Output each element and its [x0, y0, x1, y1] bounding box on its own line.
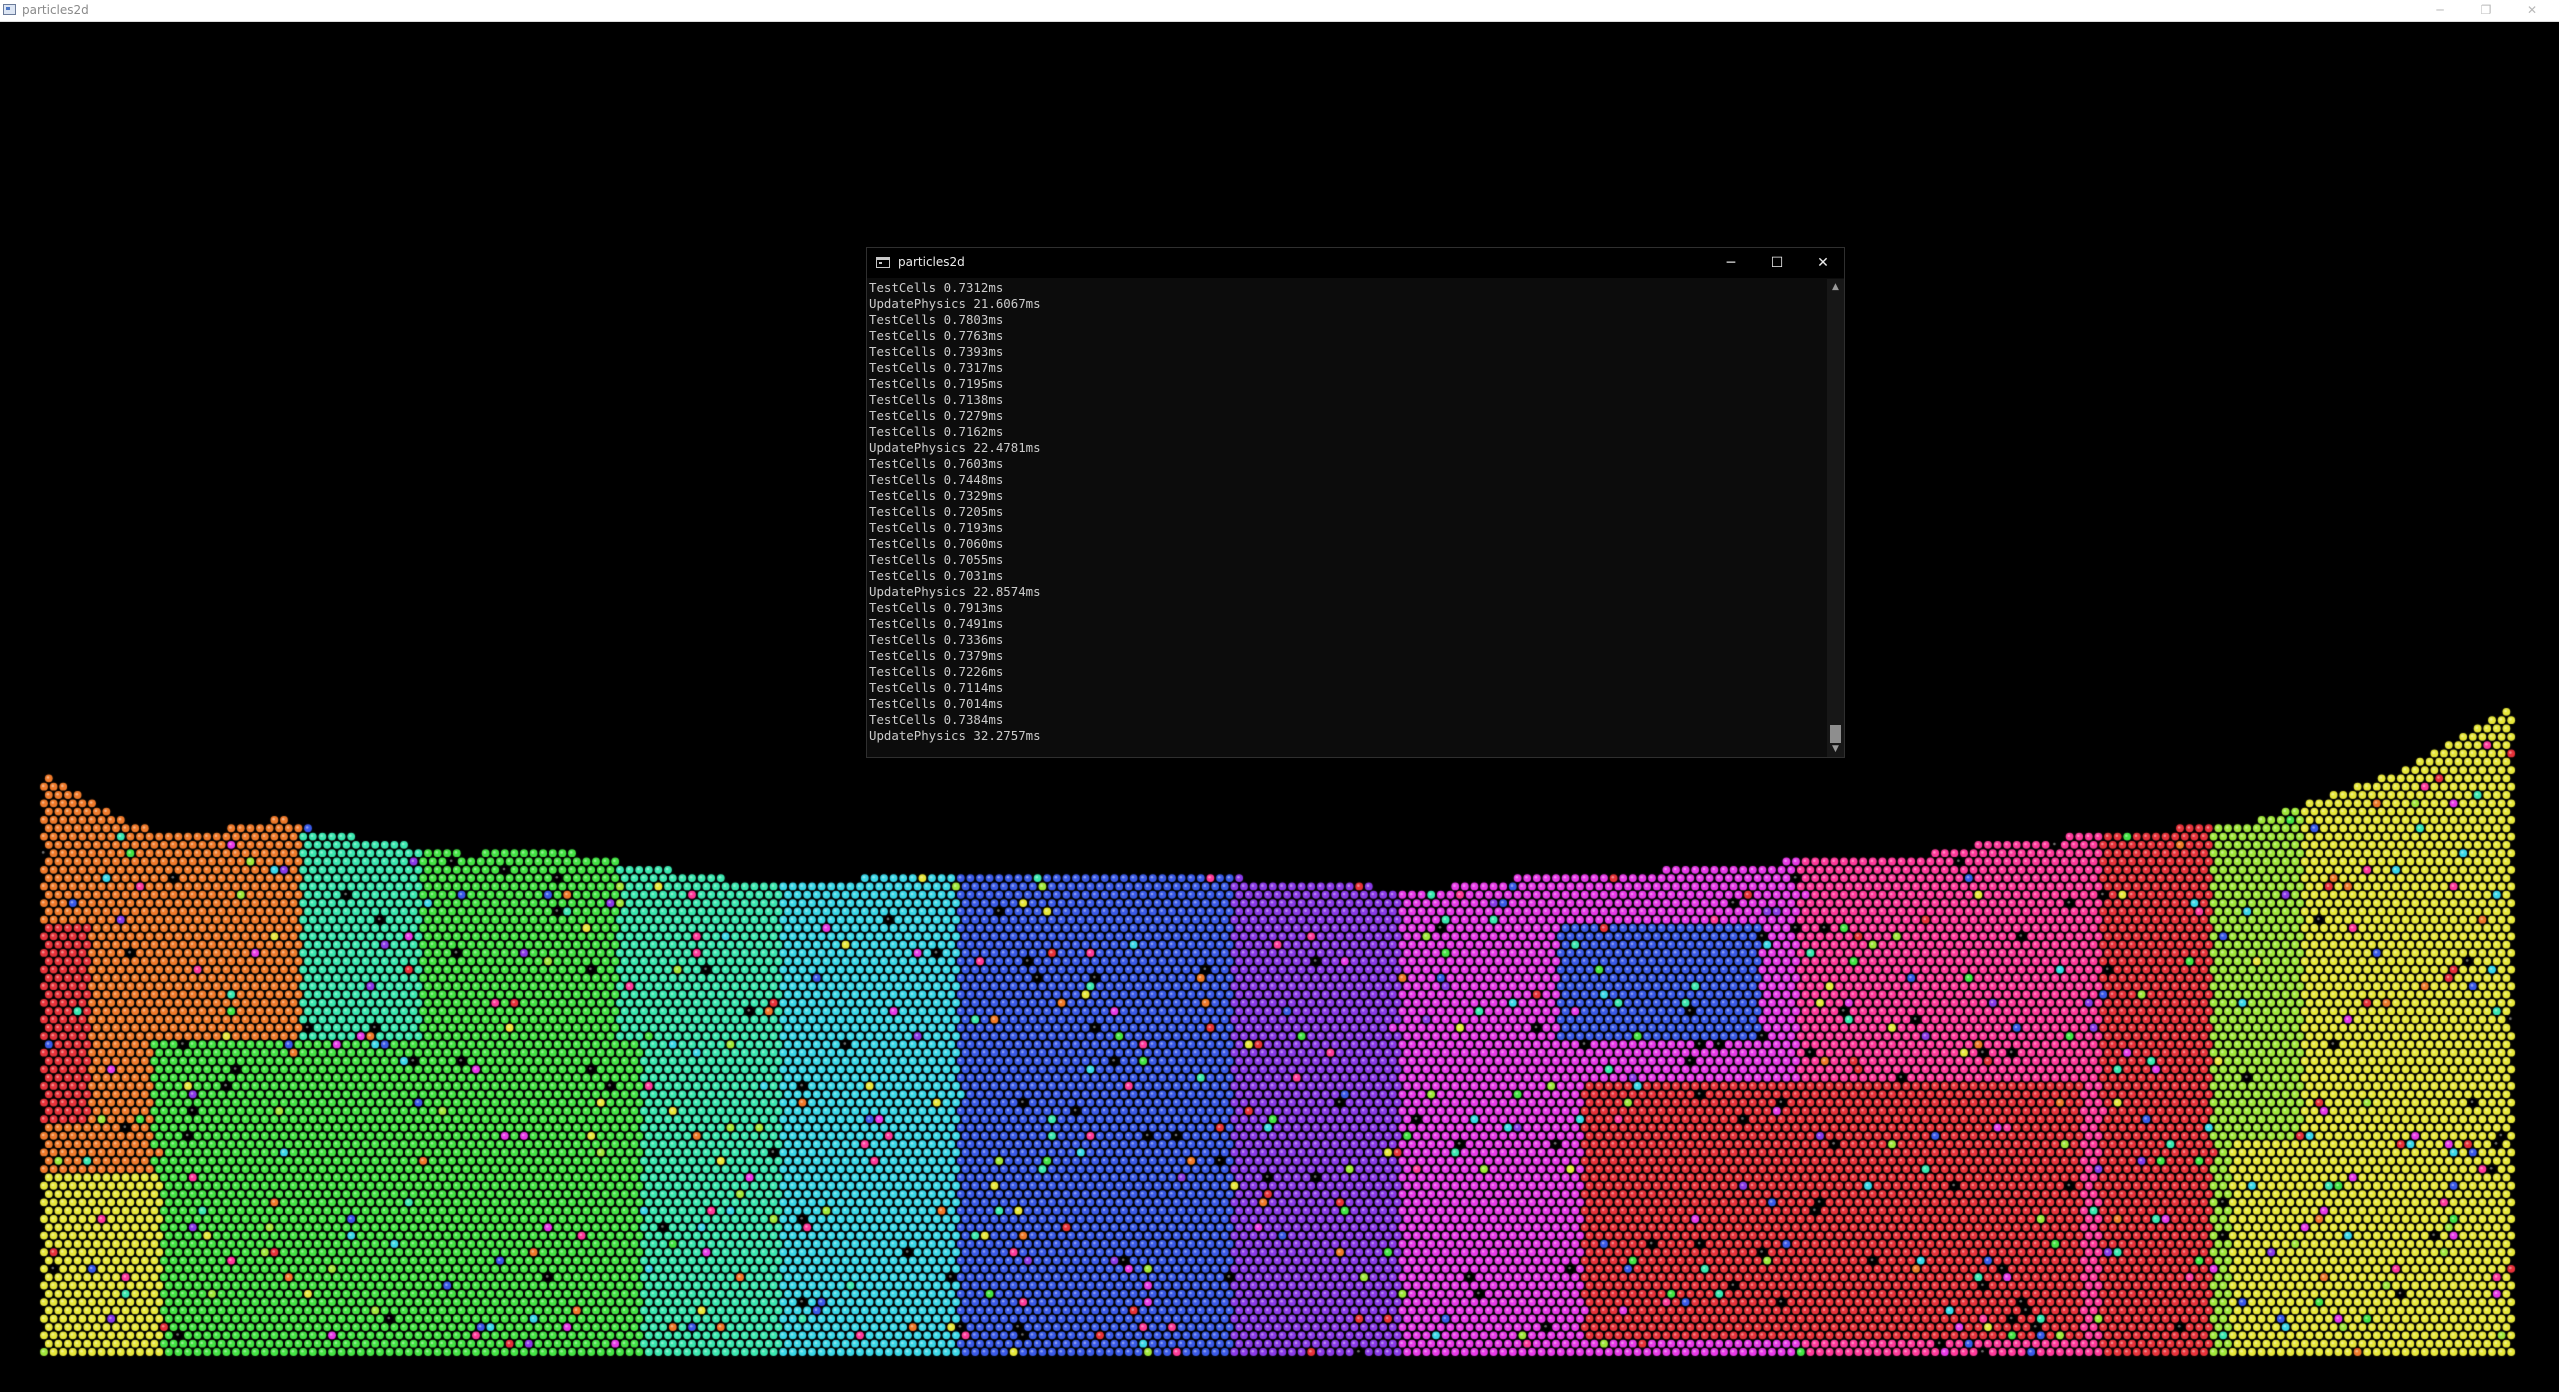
- log-line: TestCells 0.7055ms: [869, 552, 1004, 567]
- log-line: TestCells 0.7193ms: [869, 520, 1004, 535]
- log-line: TestCells 0.7803ms: [869, 312, 1004, 327]
- simulation-viewport: particles2d ─ ☐ ✕ TestCells 0.7312ms Upda…: [0, 22, 2559, 1392]
- log-line: TestCells 0.7329ms: [869, 488, 1004, 503]
- log-line: TestCells 0.7491ms: [869, 616, 1004, 631]
- console-window[interactable]: particles2d ─ ☐ ✕ TestCells 0.7312ms Upda…: [866, 247, 1845, 758]
- console-title: particles2d: [898, 255, 965, 269]
- scroll-up-arrow-icon[interactable]: ▲: [1827, 279, 1844, 295]
- log-line: TestCells 0.7763ms: [869, 328, 1004, 343]
- app-window-icon: [3, 4, 16, 15]
- log-line: TestCells 0.7379ms: [869, 648, 1004, 663]
- minimize-button[interactable]: ─: [2417, 0, 2463, 21]
- log-line: TestCells 0.7060ms: [869, 536, 1004, 551]
- close-button[interactable]: ✕: [2509, 0, 2555, 21]
- log-line: TestCells 0.7336ms: [869, 632, 1004, 647]
- log-line: UpdatePhysics 32.2757ms: [869, 728, 1041, 743]
- log-line: TestCells 0.7279ms: [869, 408, 1004, 423]
- log-line: TestCells 0.7014ms: [869, 696, 1004, 711]
- console-titlebar[interactable]: particles2d ─ ☐ ✕: [867, 248, 1844, 278]
- log-line: TestCells 0.7317ms: [869, 360, 1004, 375]
- console-icon: [876, 257, 890, 268]
- log-line: TestCells 0.7205ms: [869, 504, 1004, 519]
- log-line: TestCells 0.7031ms: [869, 568, 1004, 583]
- log-line: UpdatePhysics 22.4781ms: [869, 440, 1041, 455]
- console-scrollbar[interactable]: ▲ ▼: [1827, 279, 1844, 757]
- log-line: TestCells 0.7312ms: [869, 280, 1004, 295]
- log-line: TestCells 0.7448ms: [869, 472, 1004, 487]
- console-output: TestCells 0.7312ms UpdatePhysics 21.6067m…: [868, 280, 1826, 757]
- log-line: TestCells 0.7138ms: [869, 392, 1004, 407]
- log-line: TestCells 0.7384ms: [869, 712, 1004, 727]
- app-title: particles2d: [22, 3, 89, 17]
- log-line: UpdatePhysics 21.6067ms: [869, 296, 1041, 311]
- console-close-button[interactable]: ✕: [1800, 248, 1846, 278]
- log-line: UpdatePhysics 22.8574ms: [869, 584, 1041, 599]
- app-titlebar: particles2d ─ ❐ ✕: [0, 0, 2559, 22]
- log-line: TestCells 0.7913ms: [869, 600, 1004, 615]
- log-line: TestCells 0.7226ms: [869, 664, 1004, 679]
- console-maximize-button[interactable]: ☐: [1754, 248, 1800, 278]
- log-line: TestCells 0.7603ms: [869, 456, 1004, 471]
- restore-button[interactable]: ❐: [2463, 0, 2509, 21]
- console-minimize-button[interactable]: ─: [1708, 248, 1754, 278]
- log-line: TestCells 0.7393ms: [869, 344, 1004, 359]
- scroll-down-arrow-icon[interactable]: ▼: [1827, 741, 1844, 757]
- log-line: TestCells 0.7114ms: [869, 680, 1004, 695]
- log-line: TestCells 0.7162ms: [869, 424, 1004, 439]
- log-line: TestCells 0.7195ms: [869, 376, 1004, 391]
